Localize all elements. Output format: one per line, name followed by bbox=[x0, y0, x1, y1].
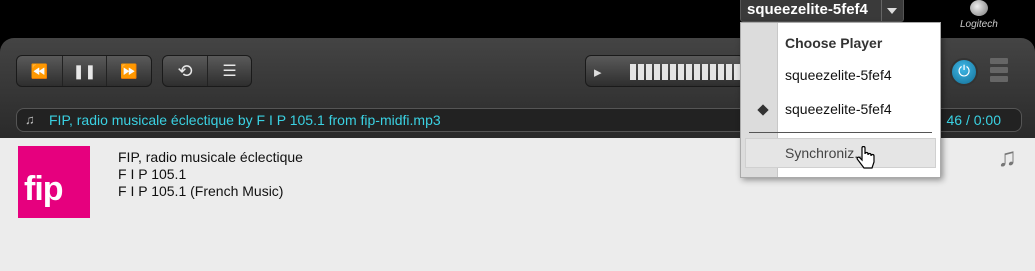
logitech-logo: Logitech bbox=[960, 0, 1000, 34]
logo-mark-icon bbox=[970, 0, 988, 16]
logo-text: Logitech bbox=[960, 19, 998, 30]
player-dropdown-menu: Choose Player squeezelite-5fef4 squeezel… bbox=[740, 22, 941, 178]
chevron-down-icon[interactable] bbox=[881, 0, 903, 21]
pause-icon: ❚❚ bbox=[72, 62, 97, 79]
pause-button[interactable]: ❚❚ bbox=[63, 56, 107, 86]
menu-item-player-1[interactable]: squeezelite-5fef4 bbox=[785, 67, 892, 83]
repeat-icon: ⟲ bbox=[177, 60, 193, 81]
rewind-icon: ⏪ bbox=[30, 62, 49, 79]
rewind-button[interactable]: ⏪ bbox=[17, 56, 63, 86]
playlist-icon: ☰ bbox=[222, 63, 237, 80]
time-display: 46 / 0:00 bbox=[946, 112, 1002, 128]
menu-divider bbox=[749, 132, 932, 133]
track-album: F I P 105.1 (French Music) bbox=[118, 183, 284, 199]
volume-control[interactable]: ▸ bbox=[585, 55, 745, 87]
power-icon: ⏻ bbox=[958, 63, 970, 80]
playlist-button[interactable]: ☰ bbox=[208, 56, 251, 86]
hand-cursor-icon bbox=[856, 146, 875, 169]
cover-logo-text: fip bbox=[24, 170, 64, 208]
screen-toggle-icon[interactable] bbox=[990, 58, 1008, 84]
track-meta: FIP, radio musicale éclectique F I P 105… bbox=[118, 149, 303, 200]
music-note-icon: ♫ bbox=[997, 142, 1018, 172]
volume-icon: ▸ bbox=[594, 64, 602, 81]
track-artist: F I P 105.1 bbox=[118, 166, 187, 182]
album-cover[interactable]: fip bbox=[18, 146, 90, 218]
synchronize-menu-item[interactable]: Synchroniz... bbox=[745, 138, 936, 168]
power-button[interactable]: ⏻ bbox=[950, 58, 978, 86]
music-note-icon: ♫ bbox=[25, 112, 35, 127]
repeat-button[interactable]: ⟲ bbox=[163, 56, 208, 86]
transport-controls: ⏪ ❚❚ ⏩ bbox=[16, 55, 152, 87]
forward-button[interactable]: ⏩ bbox=[107, 56, 151, 86]
player-name: squeezelite-5fef4 bbox=[747, 1, 868, 18]
forward-icon: ⏩ bbox=[120, 62, 138, 79]
track-title: FIP, radio musicale éclectique bbox=[118, 149, 303, 165]
synchronize-label: Synchroniz... bbox=[785, 145, 866, 161]
volume-slider[interactable] bbox=[630, 64, 740, 80]
mode-controls: ⟲ ☰ bbox=[162, 55, 252, 87]
menu-heading: Choose Player bbox=[785, 35, 883, 51]
player-selector[interactable]: squeezelite-5fef4 bbox=[740, 0, 904, 22]
menu-item-player-2[interactable]: squeezelite-5fef4 bbox=[785, 101, 892, 117]
now-playing-text: FIP, radio musicale éclectique by F I P … bbox=[49, 112, 441, 128]
